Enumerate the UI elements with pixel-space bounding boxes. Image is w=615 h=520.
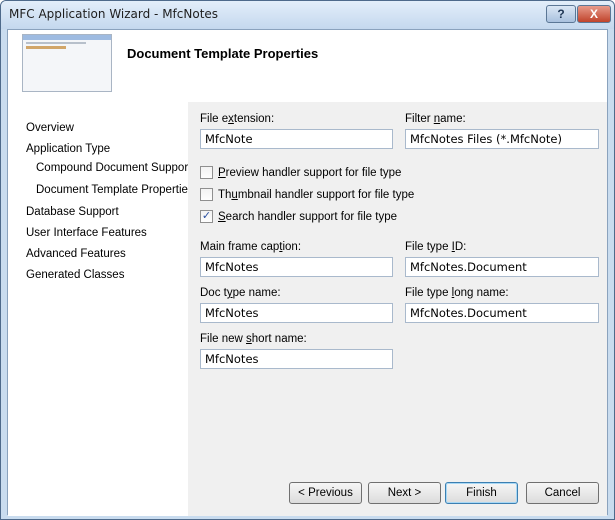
file-new-short-name-field[interactable]: MfcNotes (200, 349, 393, 369)
thumbnail-handler-checkbox[interactable] (200, 188, 213, 201)
label-text: Main frame cap (200, 241, 280, 253)
label-text: pe name: (232, 287, 281, 299)
main-frame-caption-field[interactable]: MfcNotes (200, 257, 393, 277)
checkmark-icon: ✓ (201, 210, 212, 222)
label-text: D: (454, 241, 467, 253)
window-title: MFC Application Wizard - MfcNotes (9, 7, 219, 21)
wizard-preview-image (22, 34, 112, 92)
nav-item-database-support[interactable]: Database Support (26, 206, 119, 218)
title-bar[interactable]: MFC Application Wizard - MfcNotes ? X (1, 1, 614, 29)
doc-type-name-label: Doc type name: (200, 287, 281, 299)
nav-item-compound-document-support[interactable]: Compound Document Support (36, 162, 191, 174)
wizard-nav: Overview Application Type Compound Docum… (8, 102, 194, 516)
nav-item-user-interface-features[interactable]: User Interface Features (26, 227, 147, 239)
label-text: File new (200, 333, 247, 345)
label-text: File type (405, 287, 452, 299)
label-accelerator: P (218, 166, 226, 179)
label-text: Th (218, 188, 232, 201)
label-text: hort name: (251, 333, 307, 345)
file-type-id-label: File type ID: (405, 241, 466, 253)
label-text: tension: (233, 113, 275, 125)
file-extension-label: File extension: (200, 113, 274, 125)
help-button[interactable]: ? (546, 5, 576, 23)
nav-item-application-type[interactable]: Application Type (26, 143, 110, 155)
nav-item-advanced-features[interactable]: Advanced Features (26, 248, 126, 260)
finish-button[interactable]: Finish (445, 482, 518, 504)
close-button[interactable]: X (577, 5, 611, 23)
label-text: ame: (440, 113, 466, 125)
preview-menubar (26, 42, 86, 44)
main-frame-caption-label: Main frame caption: (200, 241, 301, 253)
file-type-long-name-field[interactable]: MfcNotes.Document (405, 303, 599, 323)
search-handler-label: Search handler support for file type (218, 211, 397, 223)
properties-panel: File extension: MfcNote Filter name: Mfc… (188, 102, 607, 482)
wizard-header: Document Template Properties (8, 30, 607, 102)
preview-titlebar (23, 35, 111, 40)
search-handler-option[interactable]: ✓ Search handler support for file type (200, 210, 397, 223)
thumbnail-handler-label: Thumbnail handler support for file type (218, 189, 414, 201)
label-text: File type (405, 241, 452, 253)
filter-name-label: Filter name: (405, 113, 466, 125)
nav-item-overview[interactable]: Overview (26, 122, 74, 134)
file-new-short-name-label: File new short name: (200, 333, 307, 345)
wizard-window: MFC Application Wizard - MfcNotes ? X Do… (0, 0, 615, 520)
search-handler-checkbox[interactable]: ✓ (200, 210, 213, 223)
previous-button[interactable]: < Previous (289, 482, 362, 504)
label-text: Doc t (200, 287, 227, 299)
page-title: Document Template Properties (127, 46, 319, 61)
file-type-id-field[interactable]: MfcNotes.Document (405, 257, 599, 277)
label-text: File e (200, 113, 229, 125)
preview-handler-option[interactable]: Preview handler support for file type (200, 166, 401, 179)
label-text: Filter (405, 113, 434, 125)
label-text: mbnail handler support for file type (237, 188, 415, 201)
nav-item-document-template-properties[interactable]: Document Template Properties (36, 184, 194, 196)
label-text: ion: (282, 241, 302, 253)
cancel-button[interactable]: Cancel (526, 482, 599, 504)
nav-item-generated-classes[interactable]: Generated Classes (26, 269, 124, 281)
filter-name-field[interactable]: MfcNotes Files (*.MfcNote) (405, 129, 599, 149)
next-button[interactable]: Next > (368, 482, 441, 504)
label-text: review handler support for file type (225, 166, 402, 179)
label-text: earch handler support for file type (225, 210, 397, 223)
wizard-footer: < Previous Next > Finish Cancel (188, 482, 607, 516)
preview-handler-label: Preview handler support for file type (218, 167, 401, 179)
label-text: ong name: (454, 287, 509, 299)
thumbnail-handler-option[interactable]: Thumbnail handler support for file type (200, 188, 414, 201)
wizard-client-area: Document Template Properties Overview Ap… (7, 29, 608, 516)
file-extension-field[interactable]: MfcNote (200, 129, 393, 149)
preview-handler-checkbox[interactable] (200, 166, 213, 179)
preview-toolbar (26, 46, 66, 49)
label-accelerator: S (218, 210, 226, 223)
file-type-long-name-label: File type long name: (405, 287, 509, 299)
doc-type-name-field[interactable]: MfcNotes (200, 303, 393, 323)
